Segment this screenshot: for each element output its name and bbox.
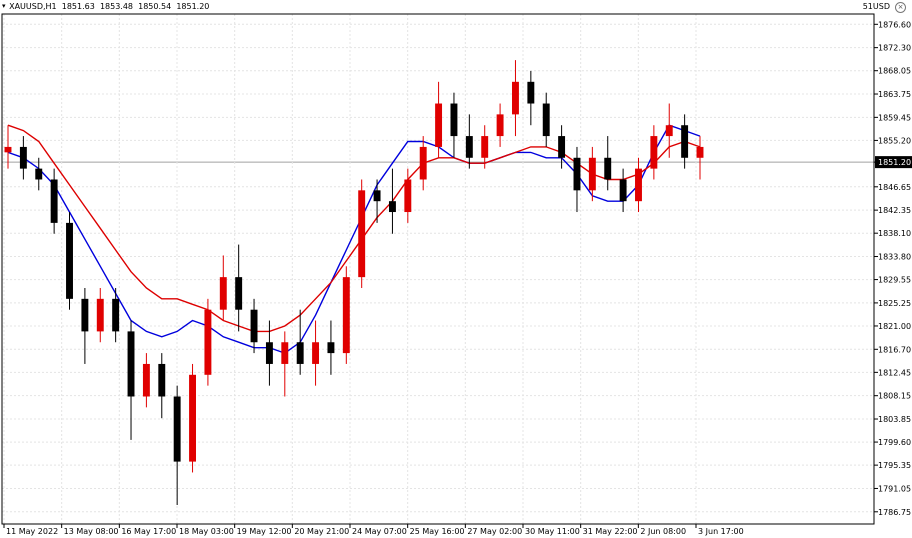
price-chart[interactable]: 1876.60 1872.30 1868.05 1863.75 1859.45 1855.…	[0, 0, 912, 538]
candle-body	[650, 136, 658, 169]
candle-body	[465, 136, 473, 158]
candle-body	[696, 146, 704, 158]
candle-body	[573, 157, 581, 191]
candle-body	[235, 277, 243, 310]
candle-body	[527, 81, 535, 104]
candle-body	[173, 396, 181, 462]
x-tick-label: 2 Jun 08:00	[640, 527, 686, 536]
candle-body	[204, 309, 212, 375]
candle-body	[496, 114, 504, 137]
y-tick-label: 1876.60	[878, 20, 911, 29]
candle-body	[112, 298, 120, 332]
candle-body	[312, 342, 320, 364]
x-tick-label: 3 Jun 17:00	[698, 527, 744, 536]
y-tick-label: 1855.20	[878, 136, 911, 145]
plot-frame	[1, 13, 875, 525]
candle-body	[435, 103, 443, 147]
candle-body	[327, 342, 335, 354]
y-tick-label: 1863.75	[878, 90, 911, 99]
x-tick-label: 25 May 16:00	[410, 527, 465, 536]
candle-body	[635, 168, 642, 202]
candle-body	[265, 342, 273, 364]
x-tick-label: 27 May 02:00	[467, 527, 522, 536]
candle-body	[4, 146, 12, 153]
x-tick-label: 24 May 07:00	[352, 527, 407, 536]
candle-body	[588, 157, 596, 191]
x-tick-label: 16 May 17:00	[121, 527, 176, 536]
candle-body	[512, 81, 519, 115]
y-tick-label: 1795.35	[878, 461, 911, 470]
candle-body	[373, 190, 381, 202]
x-tick-label: 30 May 11:00	[525, 527, 580, 536]
candle-body	[342, 277, 350, 354]
x-tick-label: 18 May 03:00	[179, 527, 234, 536]
candle-body	[404, 179, 412, 213]
y-tick-label: 1846.65	[878, 183, 911, 192]
candle-body	[19, 146, 27, 169]
candle-body	[35, 168, 43, 180]
candle-body	[142, 363, 150, 397]
y-tick-label: 1825.25	[878, 299, 911, 308]
y-tick-label: 1808.15	[878, 392, 911, 401]
x-tick-label: 31 May 22:00	[583, 527, 638, 536]
x-tick-label: 11 May 2022	[6, 527, 58, 536]
y-tick-label: 1833.80	[878, 253, 911, 262]
y-tick-label: 1821.00	[878, 322, 911, 331]
candle-body	[189, 374, 196, 462]
y-tick-label: 1791.05	[878, 484, 911, 493]
candle-body	[250, 309, 258, 343]
x-tick-label: 19 May 12:00	[237, 527, 292, 536]
x-tick-label: 13 May 08:00	[64, 527, 119, 536]
y-tick-label: 1799.60	[878, 438, 911, 447]
y-tick-label: 1859.45	[878, 113, 911, 122]
current-price-label: 1851.20	[878, 158, 911, 167]
candle-body	[81, 298, 89, 332]
candle-body	[450, 103, 458, 137]
ma-fast-line	[7, 124, 701, 354]
candle-body	[296, 342, 304, 364]
candle-body	[358, 190, 366, 278]
candle-body	[127, 331, 135, 397]
candle-body	[419, 146, 427, 180]
candle-body	[388, 201, 396, 213]
candle-body	[96, 298, 104, 332]
y-tick-label: 1803.85	[878, 415, 911, 424]
candle-body	[219, 277, 227, 310]
y-tick-label: 1838.10	[878, 229, 911, 238]
candle-body	[50, 179, 58, 223]
candle-body	[66, 222, 73, 299]
y-tick-label: 1842.35	[878, 206, 911, 215]
x-tick-label: 20 May 21:00	[294, 527, 349, 536]
y-tick-label: 1786.75	[878, 508, 911, 517]
candle-body	[558, 136, 566, 158]
candle-body	[542, 103, 550, 137]
candle-body	[281, 342, 289, 364]
y-tick-label: 1829.55	[878, 276, 911, 285]
y-tick-label: 1812.45	[878, 368, 911, 377]
candle-body	[619, 179, 627, 202]
candle-body	[665, 125, 673, 137]
candle-body	[158, 363, 166, 397]
y-tick-label: 1816.70	[878, 345, 911, 354]
ma-slow-line	[7, 124, 701, 333]
candle-body	[681, 125, 689, 158]
y-tick-label: 1872.30	[878, 44, 911, 53]
candle-body	[604, 157, 612, 180]
chart-window[interactable]: ▾ XAUUSD,H1 1851.63 1853.48 1850.54 1851…	[0, 0, 912, 538]
candle-body	[481, 136, 489, 158]
y-tick-label: 1868.05	[878, 67, 911, 76]
